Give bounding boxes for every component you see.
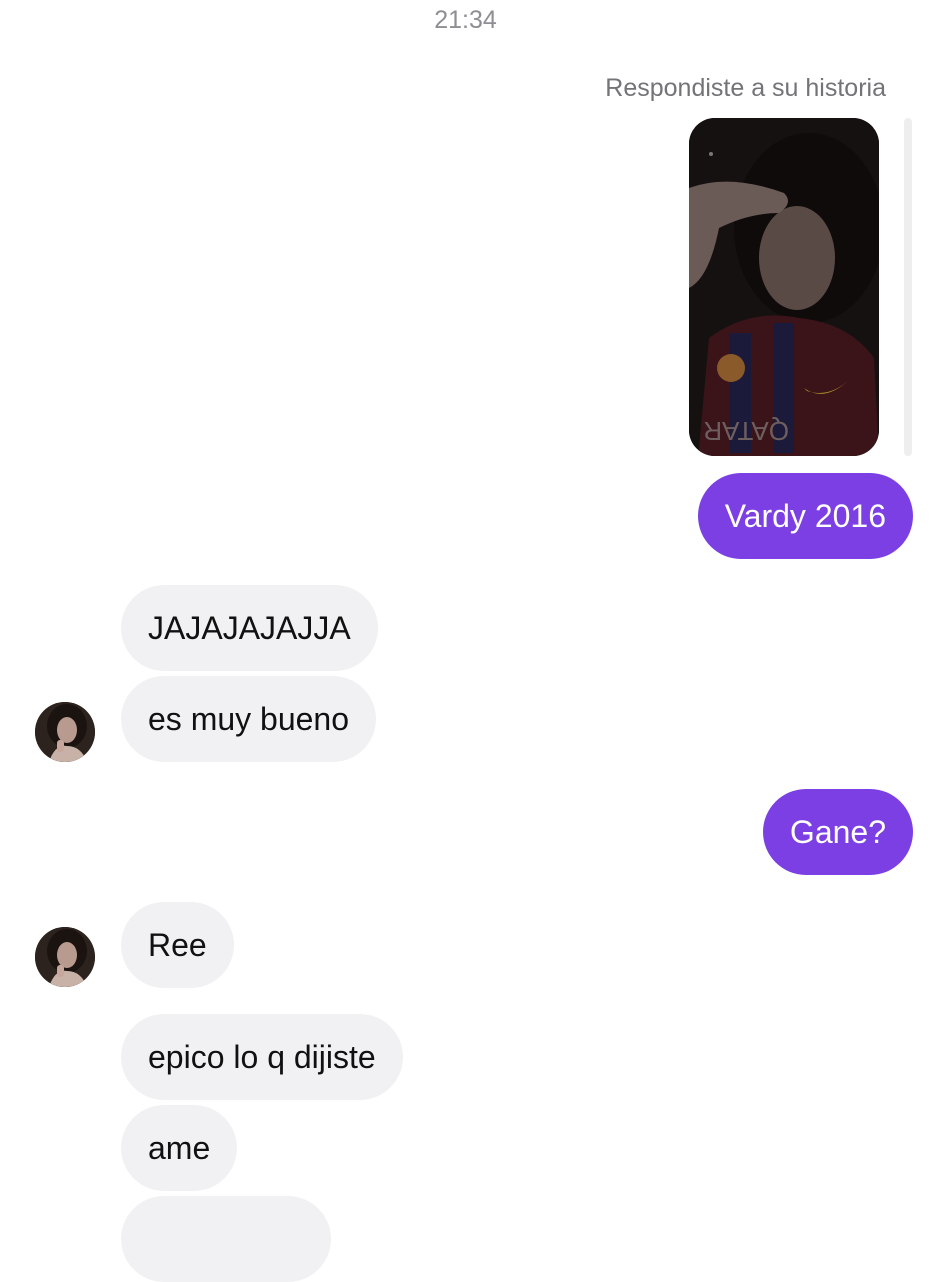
- incoming-message[interactable]: Ree: [121, 902, 234, 988]
- story-scrollbar[interactable]: [904, 118, 912, 456]
- story-image: QATAR: [689, 118, 879, 456]
- avatar-image: [35, 927, 95, 987]
- story-reply-label: Respondiste a su historia: [605, 74, 886, 102]
- incoming-message[interactable]: ame: [121, 1105, 238, 1191]
- incoming-message[interactable]: JAJAJAJAJJA: [121, 585, 378, 671]
- contact-avatar-icon[interactable]: [35, 927, 95, 987]
- story-preview-thumbnail[interactable]: QATAR: [689, 118, 879, 456]
- incoming-message-partial[interactable]: [121, 1196, 331, 1282]
- contact-avatar-icon[interactable]: [35, 702, 95, 762]
- avatar-image: [35, 702, 95, 762]
- svg-text:QATAR: QATAR: [703, 416, 789, 446]
- message-timestamp: 21:34: [434, 6, 497, 34]
- incoming-message[interactable]: epico lo q dijiste: [121, 1014, 403, 1100]
- incoming-message[interactable]: es muy bueno: [121, 676, 377, 762]
- outgoing-message[interactable]: Gane?: [762, 789, 913, 875]
- outgoing-message[interactable]: Vardy 2016: [697, 473, 913, 559]
